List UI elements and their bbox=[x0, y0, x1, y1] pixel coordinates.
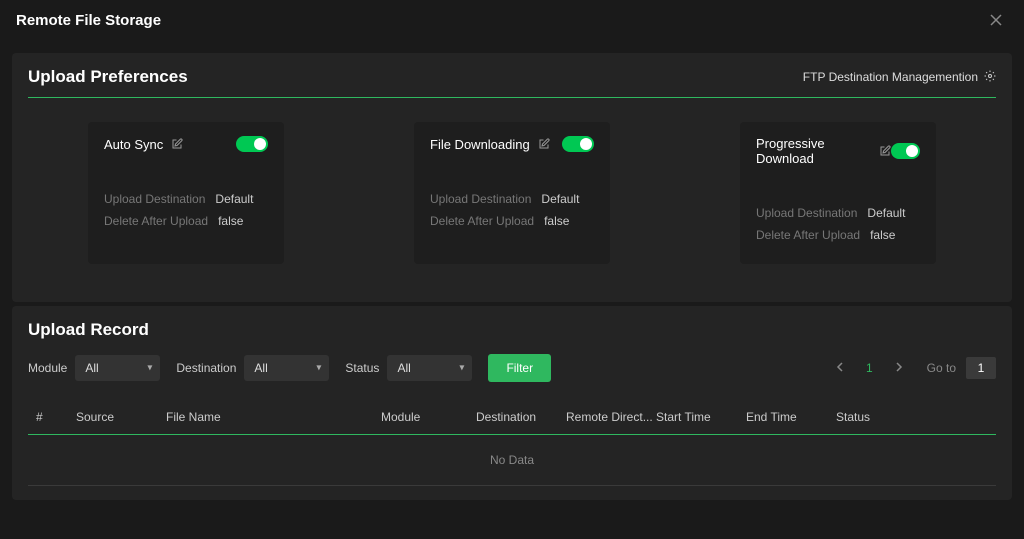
upload-record-panel: Upload Record Module All ▾ Destination A… bbox=[12, 306, 1012, 500]
table-header: # Source File Name Module Destination Re… bbox=[28, 400, 996, 435]
toggle-switch[interactable] bbox=[562, 136, 594, 152]
card-row: Delete After Upload false bbox=[430, 214, 594, 228]
card-title: File Downloading bbox=[430, 137, 530, 152]
col-source: Source bbox=[76, 410, 166, 424]
goto-label: Go to bbox=[927, 361, 956, 375]
upload-destination-value: Default bbox=[541, 192, 579, 206]
close-icon[interactable] bbox=[984, 8, 1008, 33]
select-value: All bbox=[397, 361, 410, 375]
ftp-destination-link[interactable]: FTP Destination Managemention bbox=[803, 70, 996, 85]
toggle-switch[interactable] bbox=[891, 143, 920, 159]
panel-header: Upload Preferences FTP Destination Manag… bbox=[28, 67, 996, 98]
upload-destination-label: Upload Destination bbox=[104, 192, 205, 206]
card-title-wrap: Progressive Download bbox=[756, 136, 891, 166]
card-row: Delete After Upload false bbox=[104, 214, 268, 228]
card-row: Upload Destination Default bbox=[430, 192, 594, 206]
prev-page-icon[interactable] bbox=[830, 361, 850, 375]
upload-destination-value: Default bbox=[215, 192, 253, 206]
col-remote-directory: Remote Direct... bbox=[566, 410, 656, 424]
destination-select[interactable]: All ▾ bbox=[244, 355, 329, 381]
next-page-icon[interactable] bbox=[889, 361, 909, 375]
col-file-name: File Name bbox=[166, 410, 381, 424]
card-progressive-download: Progressive Download Upload Destination … bbox=[740, 122, 936, 264]
upload-destination-label: Upload Destination bbox=[430, 192, 531, 206]
delete-after-upload-label: Delete After Upload bbox=[756, 228, 860, 242]
upload-preferences-panel: Upload Preferences FTP Destination Manag… bbox=[12, 53, 1012, 302]
card-title: Auto Sync bbox=[104, 137, 163, 152]
card-row: Upload Destination Default bbox=[756, 206, 920, 220]
delete-after-upload-value: false bbox=[870, 228, 895, 242]
window-header: Remote File Storage bbox=[0, 0, 1024, 41]
record-table: # Source File Name Module Destination Re… bbox=[28, 400, 996, 486]
col-end-time: End Time bbox=[746, 410, 836, 424]
card-title-wrap: Auto Sync bbox=[104, 137, 183, 152]
chevron-down-icon: ▾ bbox=[316, 363, 321, 374]
no-data-message: No Data bbox=[28, 435, 996, 486]
page-number[interactable]: 1 bbox=[860, 361, 879, 375]
select-value: All bbox=[85, 361, 98, 375]
gear-icon bbox=[984, 70, 996, 85]
module-label: Module bbox=[28, 361, 67, 375]
destination-label: Destination bbox=[176, 361, 236, 375]
card-title-wrap: File Downloading bbox=[430, 137, 550, 152]
chevron-down-icon: ▾ bbox=[147, 363, 152, 374]
delete-after-upload-label: Delete After Upload bbox=[104, 214, 208, 228]
filter-row: Module All ▾ Destination All ▾ Status Al… bbox=[28, 354, 996, 382]
preferences-title: Upload Preferences bbox=[28, 67, 188, 87]
card-row: Delete After Upload false bbox=[756, 228, 920, 242]
pagination: 1 Go to bbox=[830, 357, 996, 379]
card-row: Upload Destination Default bbox=[104, 192, 268, 206]
card-title: Progressive Download bbox=[756, 136, 871, 166]
filter-button[interactable]: Filter bbox=[488, 354, 551, 382]
card-file-downloading: File Downloading Upload Destination Defa… bbox=[414, 122, 610, 264]
col-status: Status bbox=[836, 410, 916, 424]
edit-icon[interactable] bbox=[171, 138, 183, 150]
card-header: Auto Sync bbox=[104, 136, 268, 152]
select-value: All bbox=[254, 361, 267, 375]
chevron-down-icon: ▾ bbox=[459, 363, 464, 374]
status-label: Status bbox=[345, 361, 379, 375]
col-start-time: Start Time bbox=[656, 410, 746, 424]
link-text: FTP Destination Managemention bbox=[803, 70, 978, 84]
delete-after-upload-value: false bbox=[544, 214, 569, 228]
delete-after-upload-label: Delete After Upload bbox=[430, 214, 534, 228]
goto-input[interactable] bbox=[966, 357, 996, 379]
card-header: File Downloading bbox=[430, 136, 594, 152]
cards-row: Auto Sync Upload Destination Default Del… bbox=[28, 122, 996, 288]
record-title: Upload Record bbox=[28, 320, 996, 340]
edit-icon[interactable] bbox=[538, 138, 550, 150]
col-module: Module bbox=[381, 410, 476, 424]
edit-icon[interactable] bbox=[879, 145, 891, 157]
col-num: # bbox=[36, 410, 76, 424]
status-select[interactable]: All ▾ bbox=[387, 355, 472, 381]
toggle-switch[interactable] bbox=[236, 136, 268, 152]
card-auto-sync: Auto Sync Upload Destination Default Del… bbox=[88, 122, 284, 264]
window-title: Remote File Storage bbox=[16, 12, 161, 29]
upload-destination-value: Default bbox=[867, 206, 905, 220]
delete-after-upload-value: false bbox=[218, 214, 243, 228]
col-destination: Destination bbox=[476, 410, 566, 424]
card-header: Progressive Download bbox=[756, 136, 920, 166]
module-select[interactable]: All ▾ bbox=[75, 355, 160, 381]
upload-destination-label: Upload Destination bbox=[756, 206, 857, 220]
